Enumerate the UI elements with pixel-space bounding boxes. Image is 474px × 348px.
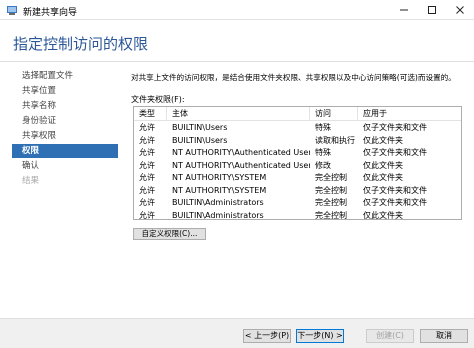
server-share-icon <box>6 4 18 16</box>
cell-access: 读取和执行 <box>315 135 355 145</box>
table-row[interactable]: 允许 NT AUTHORITY\Authenticated Users 特殊 仅… <box>134 147 461 160</box>
cell-type: 允许 <box>139 210 155 220</box>
sidebar-item-results: 结果 <box>22 176 40 186</box>
cell-type: 允许 <box>139 185 155 195</box>
page-title: 指定控制访问的权限 <box>13 35 149 53</box>
close-icon[interactable] <box>446 0 474 20</box>
cell-access: 完全控制 <box>315 173 347 182</box>
folder-permissions-label: 文件夹权限(F): <box>131 95 185 104</box>
cell-type: 允许 <box>139 148 155 157</box>
column-header-applies-to[interactable]: 应用于 <box>358 107 461 121</box>
cell-principal: BUILTIN\Users <box>172 135 228 145</box>
cell-principal: NT AUTHORITY\SYSTEM <box>172 185 267 195</box>
minimize-icon[interactable] <box>390 0 418 20</box>
cell-access: 完全控制 <box>315 210 347 220</box>
column-header-principal[interactable]: 主体 <box>167 107 310 121</box>
cell-applies-to: 仅子文件夹和文件 <box>363 123 427 132</box>
cell-principal: BUILTIN\Administrators <box>172 210 264 220</box>
cell-type: 允许 <box>139 198 155 207</box>
cell-principal: NT AUTHORITY\SYSTEM <box>172 173 267 182</box>
next-button[interactable]: 下一步(N) > <box>296 329 344 343</box>
table-row[interactable]: 允许 NT AUTHORITY\SYSTEM 完全控制 仅此文件夹 <box>134 172 461 185</box>
customize-permissions-button[interactable]: 自定义权限(C)... <box>133 228 206 240</box>
cell-principal: BUILTIN\Users <box>172 123 228 132</box>
cell-type: 允许 <box>139 160 155 170</box>
cell-applies-to: 仅此文件夹 <box>363 210 403 220</box>
cell-principal: NT AUTHORITY\Authenticated Users <box>172 148 310 157</box>
cell-access: 修改 <box>315 160 331 170</box>
cell-access: 完全控制 <box>315 198 347 207</box>
table-row[interactable]: 允许 BUILTIN\Administrators 完全控制 仅此文件夹 <box>134 210 461 220</box>
cell-applies-to: 仅此文件夹 <box>363 160 403 170</box>
column-header-access[interactable]: 访问 <box>310 107 358 121</box>
title-bar: 新建共享向导 <box>0 0 474 20</box>
table-header: 类型 主体 访问 应用于 <box>134 107 461 121</box>
cell-applies-to: 仅子文件夹和文件 <box>363 198 427 207</box>
wizard-header: 指定控制访问的权限 <box>0 20 474 62</box>
table-row[interactable]: 允许 BUILTIN\Users 特殊 仅子文件夹和文件 <box>134 122 461 135</box>
wizard-footer: < 上一步(P) 下一步(N) > 创建(C) 取消 <box>0 318 474 348</box>
sidebar-item-permissions[interactable]: 权限 <box>12 144 118 158</box>
sidebar-item-select-profile[interactable]: 选择配置文件 <box>12 69 118 83</box>
cell-principal: NT AUTHORITY\Authenticated Users <box>172 160 310 170</box>
cell-applies-to: 仅此文件夹 <box>363 135 403 145</box>
window-title: 新建共享向导 <box>23 8 78 18</box>
sidebar-item-authentication[interactable]: 身份验证 <box>12 114 118 128</box>
permissions-table[interactable]: 类型 主体 访问 应用于 允许 BUILTIN\Users 特殊 仅子文件夹和文… <box>133 106 462 220</box>
cell-access: 完全控制 <box>315 185 347 195</box>
table-row[interactable]: 允许 NT AUTHORITY\SYSTEM 完全控制 仅子文件夹和文件 <box>134 185 461 198</box>
maximize-icon[interactable] <box>418 0 446 20</box>
table-row[interactable]: 允许 BUILTIN\Administrators 完全控制 仅子文件夹和文件 <box>134 197 461 210</box>
sidebar-item-share-location[interactable]: 共享位置 <box>12 84 118 98</box>
create-button: 创建(C) <box>366 329 414 343</box>
sidebar-item-share-name[interactable]: 共享名称 <box>12 99 118 113</box>
cell-applies-to: 仅子文件夹和文件 <box>363 148 427 157</box>
cell-type: 允许 <box>139 135 155 145</box>
wizard-steps-sidebar: 选择配置文件 共享位置 共享名称 身份验证 共享权限 权限 确认 结果 <box>0 62 121 312</box>
cell-type: 允许 <box>139 173 155 182</box>
table-row[interactable]: 允许 BUILTIN\Users 读取和执行 仅此文件夹 <box>134 135 461 148</box>
cell-applies-to: 仅此文件夹 <box>363 173 403 182</box>
description-text: 对共享上文件的访问权限，是结合使用文件夹权限、共享权限以及中心访问策略(可选)而… <box>131 73 456 82</box>
table-row[interactable]: 允许 NT AUTHORITY\Authenticated Users 修改 仅… <box>134 160 461 173</box>
cell-access: 特殊 <box>315 148 331 157</box>
cancel-button[interactable]: 取消 <box>420 329 468 343</box>
cell-principal: BUILTIN\Administrators <box>172 198 264 207</box>
cell-applies-to: 仅子文件夹和文件 <box>363 185 427 195</box>
cell-access: 特殊 <box>315 123 331 132</box>
column-header-type[interactable]: 类型 <box>134 107 167 121</box>
sidebar-item-share-permissions[interactable]: 共享权限 <box>12 129 118 143</box>
sidebar-item-confirmation[interactable]: 确认 <box>12 159 118 173</box>
cell-type: 允许 <box>139 123 155 132</box>
back-button[interactable]: < 上一步(P) <box>243 329 291 343</box>
